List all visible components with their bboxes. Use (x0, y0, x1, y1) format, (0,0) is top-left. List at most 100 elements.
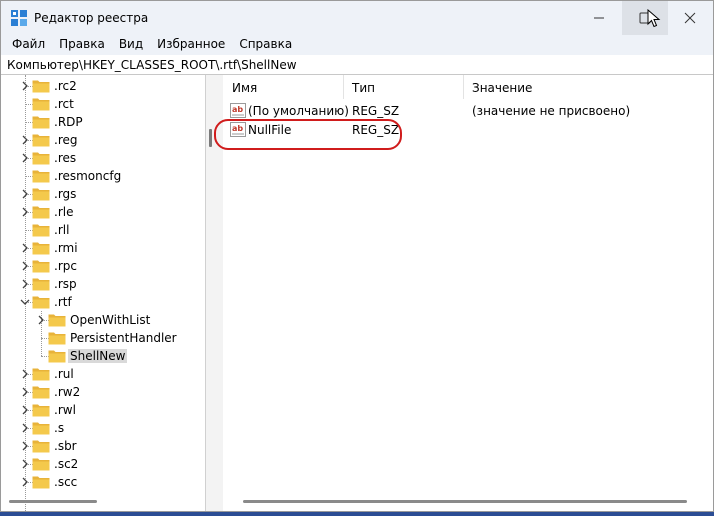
value-name: (По умолчанию) (248, 104, 349, 118)
folder-icon (32, 260, 50, 273)
tree-item-label: PersistentHandler (70, 331, 177, 345)
menu-edit[interactable]: Правка (52, 35, 112, 55)
minimize-button[interactable] (576, 1, 622, 35)
folder-icon (48, 314, 66, 327)
mouse-cursor-icon (647, 9, 661, 28)
maximize-button[interactable] (622, 1, 668, 35)
tree-item-label: .rle (54, 205, 74, 219)
folder-icon (32, 206, 50, 219)
tree-item[interactable]: .rwl (1, 401, 205, 419)
tree-item-label: .s (54, 421, 65, 435)
chevron-right-icon[interactable] (35, 314, 47, 326)
svg-text:ab: ab (232, 105, 243, 114)
list-header: Имя Тип Значение (223, 75, 713, 99)
chevron-right-icon[interactable] (19, 188, 31, 200)
tree-item[interactable]: .rpc (1, 257, 205, 275)
tree-item-label: .rw2 (54, 385, 81, 399)
column-header-type[interactable]: Тип (352, 81, 375, 95)
list-horizontal-scrollbar[interactable] (223, 495, 713, 509)
tree-item[interactable]: PersistentHandler (1, 329, 205, 347)
title-bar[interactable]: Редактор реестра (1, 1, 713, 35)
desktop-background (0, 512, 714, 516)
address-path[interactable]: Компьютер\HKEY_CLASSES_ROOT\.rtf\ShellNe… (7, 58, 297, 72)
tree-item-label: OpenWithList (70, 313, 151, 327)
tree-item[interactable]: .rul (1, 365, 205, 383)
value-row-default[interactable]: ab (По умолчанию) REG_SZ (значение не пр… (223, 101, 713, 121)
tree-item[interactable]: .RDP (1, 113, 205, 131)
string-value-icon: ab (230, 103, 246, 118)
column-divider[interactable] (463, 75, 464, 99)
tree-item-label: .sbr (54, 439, 77, 453)
tree-item[interactable]: .rgs (1, 185, 205, 203)
chevron-right-icon[interactable] (19, 440, 31, 452)
menu-help[interactable]: Справка (232, 35, 299, 55)
tree-item[interactable]: .rll (1, 221, 205, 239)
column-header-name[interactable]: Имя (232, 81, 257, 95)
chevron-right-icon[interactable] (19, 404, 31, 416)
close-button[interactable] (667, 1, 713, 35)
tree-item[interactable]: .rw2 (1, 383, 205, 401)
tree-item-label: .scc (54, 475, 78, 489)
tree-horizontal-scrollbar[interactable] (1, 495, 206, 509)
tree-item[interactable]: .rmi (1, 239, 205, 257)
tree-item[interactable]: .s (1, 419, 205, 437)
chevron-right-icon[interactable] (19, 134, 31, 146)
chevron-right-icon[interactable] (19, 386, 31, 398)
chevron-right-icon[interactable] (19, 152, 31, 164)
tree-item[interactable]: .reg (1, 131, 205, 149)
highlight-annotation (214, 119, 402, 150)
tree-item-label: .rpc (54, 259, 77, 273)
tree-item[interactable]: .rc2 (1, 77, 205, 95)
chevron-right-icon[interactable] (19, 458, 31, 470)
tree-item[interactable]: .resmoncfg (1, 167, 205, 185)
chevron-down-icon[interactable] (19, 296, 31, 308)
folder-icon (32, 98, 50, 111)
tree-scrollbar-thumb[interactable] (209, 129, 212, 147)
tree-item[interactable]: .rle (1, 203, 205, 221)
column-divider[interactable] (343, 75, 344, 99)
folder-icon (32, 80, 50, 93)
tree-item-label: .rgs (54, 187, 77, 201)
tree-item[interactable]: .res (1, 149, 205, 167)
registry-editor-window: Редактор реестра Файл Правка Вид Избранн… (0, 0, 714, 512)
menu-file[interactable]: Файл (5, 35, 52, 55)
address-bar[interactable]: Компьютер\HKEY_CLASSES_ROOT\.rtf\ShellNe… (1, 56, 713, 75)
key-tree[interactable]: .rc2 .rct .RDP .reg .res .resmoncfg .rgs .rle .r… (1, 75, 206, 511)
tree-item[interactable]: .rct (1, 95, 205, 113)
menu-favorites[interactable]: Избранное (150, 35, 232, 55)
value-type: REG_SZ (352, 104, 400, 118)
chevron-right-icon[interactable] (19, 206, 31, 218)
column-header-value[interactable]: Значение (472, 81, 532, 95)
registry-editor-icon (11, 10, 27, 26)
tree-item-label: .rul (54, 367, 74, 381)
tree-item[interactable]: .sbr (1, 437, 205, 455)
tree-item[interactable]: .rsp (1, 275, 205, 293)
tree-item[interactable]: ShellNew (1, 347, 205, 365)
folder-icon (32, 476, 50, 489)
chevron-right-icon[interactable] (19, 368, 31, 380)
chevron-right-icon[interactable] (19, 278, 31, 290)
tree-item-label: .rwl (54, 403, 76, 417)
chevron-right-icon[interactable] (19, 80, 31, 92)
close-icon (684, 12, 696, 24)
chevron-right-icon[interactable] (19, 476, 31, 488)
tree-item-label: .resmoncfg (54, 169, 122, 183)
value-data: (значение не присвоено) (472, 104, 631, 118)
folder-icon (32, 242, 50, 255)
tree-item[interactable]: .scc (1, 473, 205, 491)
tree-item[interactable]: .sc2 (1, 455, 205, 473)
folder-icon (32, 296, 50, 309)
tree-item-label: .sc2 (54, 457, 79, 471)
chevron-right-icon[interactable] (19, 422, 31, 434)
list-scrollbar-thumb[interactable] (243, 500, 687, 503)
folder-icon (32, 224, 50, 237)
menu-bar: Файл Правка Вид Избранное Справка (1, 35, 713, 55)
menu-view[interactable]: Вид (112, 35, 150, 55)
tree-scrollbar-thumb[interactable] (9, 500, 97, 503)
chevron-right-icon[interactable] (19, 242, 31, 254)
tree-item-label: ShellNew (68, 349, 128, 363)
tree-item-label: .rll (54, 223, 70, 237)
chevron-right-icon[interactable] (19, 260, 31, 272)
tree-item[interactable]: .rtf (1, 293, 205, 311)
tree-item[interactable]: OpenWithList (1, 311, 205, 329)
